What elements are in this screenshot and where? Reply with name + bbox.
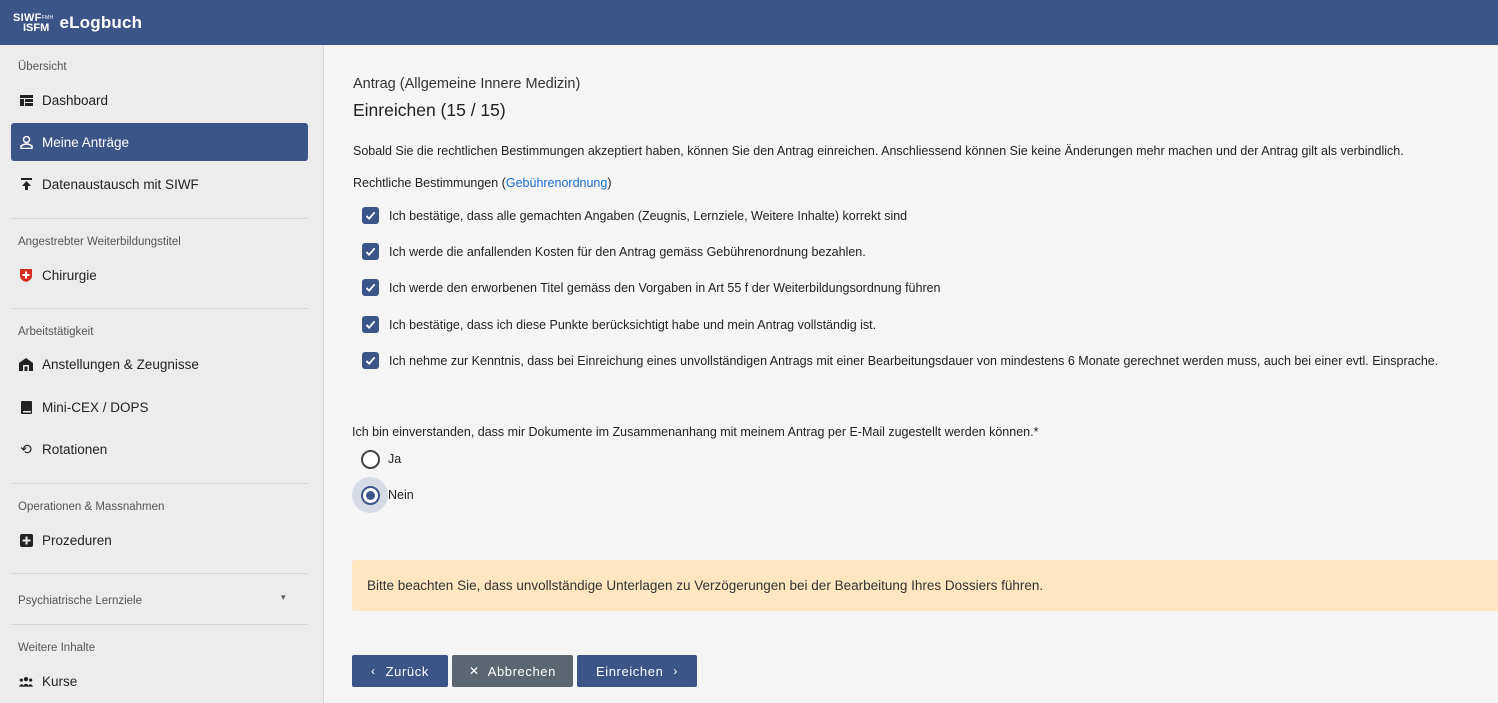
- chevron-right-icon: ›: [673, 664, 679, 678]
- swiss-shield-icon: [19, 268, 33, 282]
- sidebar-section-overview: Übersicht: [18, 61, 67, 73]
- radio-wrapper[interactable]: [352, 477, 388, 513]
- gebuehrenordnung-link[interactable]: Gebührenordnung: [506, 176, 607, 190]
- page-subtitle: Antrag (Allgemeine Innere Medizin): [353, 76, 581, 92]
- chevron-down-icon[interactable]: ▾: [281, 592, 286, 603]
- top-bar: SIWFFMH ISFM eLogbuch: [0, 0, 1498, 45]
- building-icon: [19, 357, 33, 371]
- check-icon: [365, 247, 376, 257]
- cancel-button-label: Abbrechen: [487, 663, 556, 679]
- sidebar-section-psychiatrische[interactable]: Psychiatrische Lernziele: [18, 595, 142, 607]
- legal-heading-suffix: ): [607, 176, 612, 190]
- app-title: eLogbuch: [59, 12, 143, 32]
- submit-button-label: Einreichen: [595, 663, 664, 679]
- legal-checkbox-row[interactable]: Ich werde die anfallenden Kosten für den…: [362, 243, 866, 260]
- sidebar-divider: [11, 573, 308, 574]
- sidebar-section-title: Angestrebter Weiterbildungstitel: [18, 236, 181, 248]
- checkbox-checked[interactable]: [362, 316, 379, 333]
- user-file-icon: [19, 135, 33, 149]
- submit-button[interactable]: Einreichen ›: [577, 655, 697, 687]
- alert-text: Bitte beachten Sie, dass unvollständige …: [367, 578, 1044, 593]
- radio-label: Nein: [388, 488, 414, 502]
- dashboard-icon: [19, 93, 33, 107]
- sidebar-item-label: Dashboard: [42, 92, 109, 108]
- book-icon: [19, 400, 33, 414]
- sidebar-item-meine-antraege[interactable]: Meine Anträge: [11, 123, 308, 161]
- radio-option-ja[interactable]: Ja: [353, 441, 401, 477]
- sidebar-divider: [11, 624, 308, 625]
- check-icon: [365, 356, 376, 366]
- check-icon: [365, 211, 376, 221]
- plus-square-icon: [19, 533, 33, 547]
- sidebar-item-dashboard[interactable]: Dashboard: [11, 81, 308, 119]
- checkbox-label: Ich werde den erworbenen Titel gemäss de…: [389, 280, 941, 295]
- checkbox-checked[interactable]: [362, 243, 379, 260]
- sidebar-item-label: Kurse: [42, 673, 78, 689]
- intro-text: Sobald Sie die rechtlichen Bestimmungen …: [353, 144, 1404, 158]
- warning-alert: Bitte beachten Sie, dass unvollständige …: [352, 560, 1498, 611]
- siwf-logo-mark: SIWFFMH ISFM: [13, 11, 54, 34]
- legal-checkbox-row[interactable]: Ich bestätige, dass ich diese Punkte ber…: [362, 316, 876, 333]
- sidebar-section-title: Operationen & Massnahmen: [18, 501, 165, 513]
- sidebar-item-label: Meine Anträge: [42, 134, 130, 150]
- sidebar-item-label: Rotationen: [42, 441, 108, 457]
- checkbox-label: Ich bestätige, dass alle gemachten Angab…: [389, 208, 908, 223]
- check-icon: [365, 320, 376, 330]
- sidebar-item-anstellungen[interactable]: Anstellungen & Zeugnisse: [11, 345, 308, 383]
- sidebar-item-rotationen[interactable]: ⟲ Rotationen: [11, 430, 308, 468]
- app-logo[interactable]: SIWFFMH ISFM eLogbuch: [13, 11, 143, 34]
- legal-checkbox-row[interactable]: Ich nehme zur Kenntnis, dass bei Einreic…: [362, 352, 1438, 369]
- legal-checkbox-row[interactable]: Ich bestätige, dass alle gemachten Angab…: [362, 207, 907, 224]
- sidebar-divider: [11, 483, 308, 484]
- sidebar-item-datenaustausch[interactable]: Datenaustausch mit SIWF: [11, 165, 308, 203]
- users-icon: [19, 674, 33, 688]
- page-title: Einreichen (15 / 15): [353, 100, 506, 120]
- upload-icon: [19, 177, 33, 191]
- radio-option-nein[interactable]: Nein: [352, 477, 414, 513]
- sidebar-item-kurse[interactable]: Kurse: [11, 662, 308, 700]
- sidebar-item-mini-cex[interactable]: Mini-CEX / DOPS: [11, 388, 308, 426]
- check-icon: [365, 283, 376, 293]
- checkbox-checked[interactable]: [362, 207, 379, 224]
- checkbox-label: Ich bestätige, dass ich diese Punkte ber…: [389, 317, 877, 332]
- chevron-left-icon: ‹: [371, 664, 376, 678]
- sidebar-item-prozeduren[interactable]: Prozeduren: [11, 521, 308, 559]
- sidebar-item-label: Chirurgie: [42, 267, 97, 283]
- sidebar-item-label: Datenaustausch mit SIWF: [42, 176, 199, 192]
- sidebar-item-chirurgie[interactable]: Chirurgie: [11, 256, 308, 294]
- sidebar-item-label: Prozeduren: [42, 532, 112, 548]
- cancel-button[interactable]: ✕ Abbrechen: [452, 655, 573, 687]
- radio-button[interactable]: [360, 449, 380, 469]
- sidebar-section-title: Arbeitstätigkeit: [18, 326, 94, 338]
- sidebar-divider: [11, 218, 308, 219]
- back-button-label: Zurück: [385, 663, 429, 679]
- radio-wrapper[interactable]: [352, 441, 388, 477]
- main-content: Antrag (Allgemeine Innere Medizin) Einre…: [325, 45, 1498, 703]
- checkbox-label: Ich nehme zur Kenntnis, dass bei Einreic…: [389, 353, 1439, 368]
- back-button[interactable]: ‹ Zurück: [352, 655, 448, 687]
- checkbox-label: Ich werde die anfallenden Kosten für den…: [389, 244, 866, 259]
- checkbox-checked[interactable]: [362, 352, 379, 369]
- email-consent-question: Ich bin einverstanden, dass mir Dokument…: [352, 425, 1039, 439]
- rotate-icon: ⟲: [20, 440, 32, 457]
- checkbox-checked[interactable]: [362, 279, 379, 296]
- radio-label: Ja: [388, 452, 402, 466]
- legal-heading-label: Rechtliche Bestimmungen (: [353, 176, 506, 190]
- legal-checkbox-row[interactable]: Ich werde den erworbenen Titel gemäss de…: [362, 279, 941, 296]
- legal-heading: Rechtliche Bestimmungen (Gebührenordnung…: [353, 176, 612, 190]
- close-icon: ✕: [469, 664, 480, 678]
- sidebar-section-title: Weitere Inhalte: [18, 642, 96, 654]
- sidebar-item-label: Mini-CEX / DOPS: [42, 399, 149, 415]
- sidebar-item-label: Anstellungen & Zeugnisse: [42, 356, 199, 372]
- radio-button-selected[interactable]: [360, 485, 380, 505]
- sidebar: Übersicht Dashboard Meine Anträge Datena…: [0, 45, 324, 703]
- sidebar-divider: [11, 308, 308, 309]
